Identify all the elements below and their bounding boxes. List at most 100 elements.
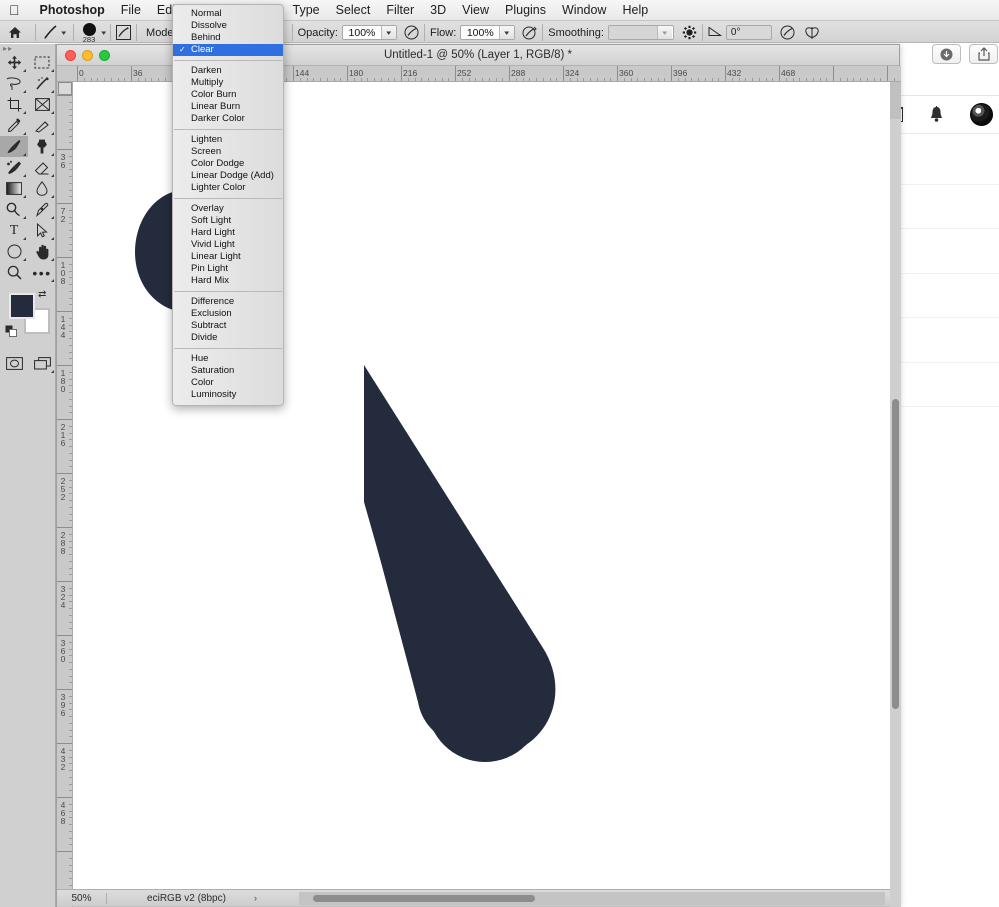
tool-edit-toolbar[interactable]: ••• — [28, 262, 56, 283]
menu-filter[interactable]: Filter — [378, 0, 422, 21]
symmetry-butterfly-icon[interactable] — [804, 26, 820, 40]
chevron-down-icon[interactable]: ▾ — [101, 29, 106, 37]
blend-mode-item-hue[interactable]: Hue — [173, 353, 283, 365]
blend-mode-item-pin-light[interactable]: Pin Light — [173, 263, 283, 275]
blend-mode-item-linear-light[interactable]: Linear Light — [173, 251, 283, 263]
vertical-scrollbar-thumb[interactable] — [892, 399, 899, 709]
panel-drag-handle[interactable]: ▸▸ — [0, 44, 55, 52]
blend-mode-item-hard-light[interactable]: Hard Light — [173, 227, 283, 239]
tool-object-selection[interactable] — [28, 73, 56, 94]
tool-frame[interactable] — [28, 94, 56, 115]
blend-mode-item-subtract[interactable]: Subtract — [173, 320, 283, 332]
tool-pen[interactable] — [28, 199, 56, 220]
tool-hand[interactable] — [28, 241, 56, 262]
blend-mode-item-hard-mix[interactable]: Hard Mix — [173, 275, 283, 287]
apple-logo-icon[interactable]:  — [9, 3, 20, 17]
share-button[interactable] — [969, 44, 998, 64]
zoom-button[interactable] — [99, 50, 110, 61]
chevron-down-icon[interactable]: ▾ — [61, 29, 66, 37]
blend-mode-item-color-dodge[interactable]: Color Dodge — [173, 158, 283, 170]
blend-mode-dropdown[interactable]: NormalDissolveBehind✓ClearDarkenMultiply… — [172, 4, 284, 406]
quick-mask-icon[interactable] — [0, 353, 28, 374]
horizontal-scrollbar[interactable] — [299, 892, 885, 905]
screen-mode-icon[interactable] — [28, 353, 56, 374]
blend-mode-item-linear-dodge-add[interactable]: Linear Dodge (Add) — [173, 170, 283, 182]
menu-file[interactable]: File — [113, 0, 149, 21]
blend-mode-item-dissolve[interactable]: Dissolve — [173, 20, 283, 32]
tool-spot-healing-brush[interactable] — [28, 115, 56, 136]
chevron-right-icon[interactable]: › — [254, 893, 257, 903]
blend-mode-item-saturation[interactable]: Saturation — [173, 365, 283, 377]
gear-icon[interactable] — [682, 25, 697, 40]
tool-crop[interactable] — [0, 94, 28, 115]
zoom-level[interactable]: 50% — [57, 893, 107, 904]
blend-mode-item-color-burn[interactable]: Color Burn — [173, 89, 283, 101]
tool-path-selection[interactable] — [28, 220, 56, 241]
brush-preset-picker[interactable]: ▾ — [41, 25, 68, 40]
brush-size-indicator[interactable]: 283 — [79, 22, 99, 44]
menu-3d[interactable]: 3D — [422, 0, 454, 21]
tool-gradient[interactable] — [0, 178, 28, 199]
tool-blur[interactable] — [28, 178, 56, 199]
default-colors-icon[interactable] — [5, 325, 18, 341]
chevron-down-icon[interactable]: ▾ — [381, 26, 396, 39]
home-icon[interactable] — [0, 26, 30, 39]
blend-mode-item-darken[interactable]: Darken — [173, 65, 283, 77]
flow-input[interactable]: 100% ▾ — [460, 25, 515, 40]
tool-move[interactable] — [0, 52, 28, 73]
tool-brush[interactable] — [0, 136, 28, 157]
menu-window[interactable]: Window — [554, 0, 614, 21]
blend-mode-item-darker-color[interactable]: Darker Color — [173, 113, 283, 125]
color-profile[interactable]: eciRGB v2 (8bpc) › — [107, 893, 297, 904]
blend-mode-item-lighter-color[interactable]: Lighter Color — [173, 182, 283, 194]
blend-mode-item-lighten[interactable]: Lighten — [173, 134, 283, 146]
menu-view[interactable]: View — [454, 0, 497, 21]
tool-clone-stamp[interactable] — [28, 136, 56, 157]
swap-colors-icon[interactable]: ⇄ — [38, 289, 46, 300]
brush-angle-control[interactable]: 0° — [708, 25, 772, 40]
tool-eyedropper[interactable] — [0, 115, 28, 136]
blend-mode-item-vivid-light[interactable]: Vivid Light — [173, 239, 283, 251]
menu-select[interactable]: Select — [328, 0, 379, 21]
blend-mode-item-color[interactable]: Color — [173, 377, 283, 389]
chevron-down-icon[interactable]: ▾ — [499, 26, 514, 39]
blend-mode-item-behind[interactable]: Behind — [173, 32, 283, 44]
tool-eraser[interactable] — [28, 157, 56, 178]
blend-mode-item-luminosity[interactable]: Luminosity — [173, 389, 283, 401]
blend-mode-item-divide[interactable]: Divide — [173, 332, 283, 344]
brush-settings-panel-icon[interactable] — [116, 25, 131, 40]
menu-type[interactable]: Type — [285, 0, 328, 21]
chevron-down-icon[interactable]: ▾ — [657, 26, 672, 39]
tool-zoom[interactable] — [0, 262, 28, 283]
tool-type[interactable]: T — [0, 220, 28, 241]
foreground-color-swatch[interactable] — [9, 293, 35, 319]
bell-icon[interactable] — [929, 106, 944, 123]
blend-mode-item-screen[interactable]: Screen — [173, 146, 283, 158]
blend-mode-item-normal[interactable]: Normal — [173, 8, 283, 20]
blend-mode-item-exclusion[interactable]: Exclusion — [173, 308, 283, 320]
tool-rectangular-marquee[interactable] — [28, 52, 56, 73]
blend-mode-item-clear[interactable]: ✓Clear — [173, 44, 283, 56]
tool-dodge[interactable] — [0, 199, 28, 220]
tool-history-brush[interactable] — [0, 157, 28, 178]
vertical-scrollbar[interactable] — [890, 119, 901, 907]
menu-help[interactable]: Help — [614, 0, 656, 21]
vertical-ruler[interactable]: 3672108144180216252288324360396432468 — [57, 82, 73, 907]
tool-ellipse[interactable] — [0, 241, 28, 262]
smoothing-input[interactable]: ▾ — [608, 25, 674, 40]
pressure-opacity-icon[interactable] — [404, 25, 419, 40]
horizontal-scrollbar-thumb[interactable] — [313, 895, 535, 902]
blend-mode-item-linear-burn[interactable]: Linear Burn — [173, 101, 283, 113]
airbrush-icon[interactable] — [522, 25, 537, 40]
pressure-size-icon[interactable] — [780, 25, 795, 40]
tool-lasso[interactable] — [0, 73, 28, 94]
close-button[interactable] — [65, 50, 76, 61]
opacity-input[interactable]: 100% ▾ — [342, 25, 397, 40]
menu-plugins[interactable]: Plugins — [497, 0, 554, 21]
download-button[interactable] — [932, 44, 961, 64]
menu-photoshop[interactable]: Photoshop — [32, 0, 113, 21]
minimize-button[interactable] — [82, 50, 93, 61]
angle-value[interactable]: 0° — [726, 25, 772, 40]
blend-mode-item-overlay[interactable]: Overlay — [173, 203, 283, 215]
ruler-origin[interactable] — [58, 82, 72, 95]
